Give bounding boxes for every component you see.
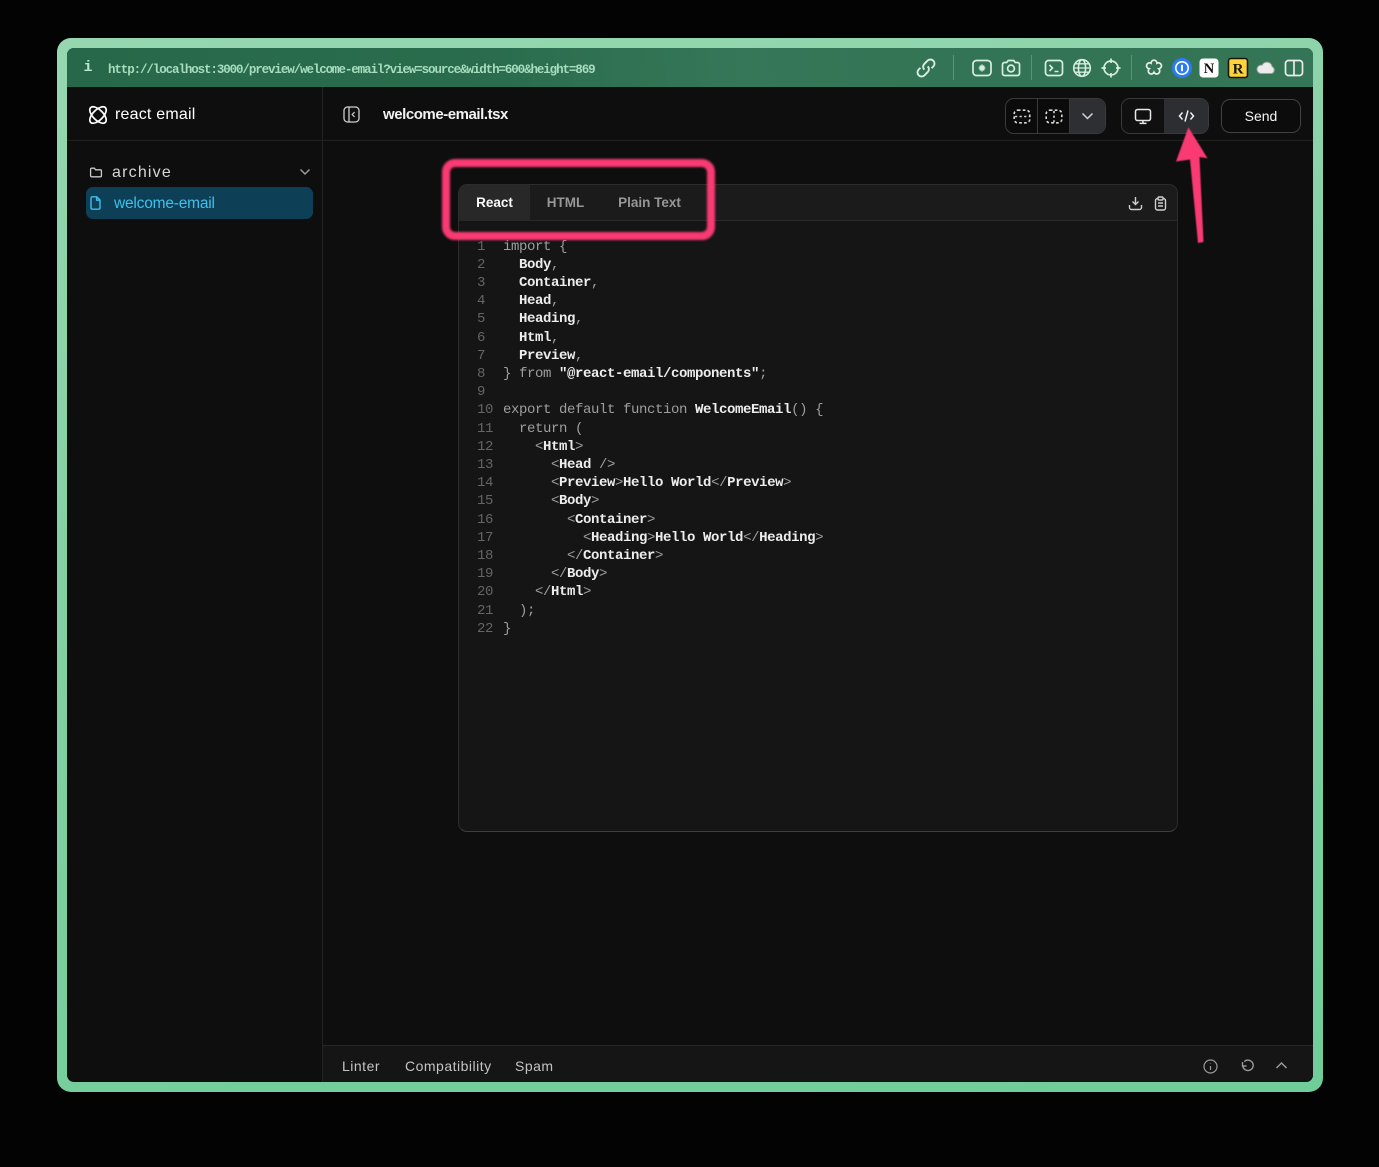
svg-text:N: N bbox=[1204, 61, 1215, 77]
svg-text:R: R bbox=[1233, 62, 1244, 78]
